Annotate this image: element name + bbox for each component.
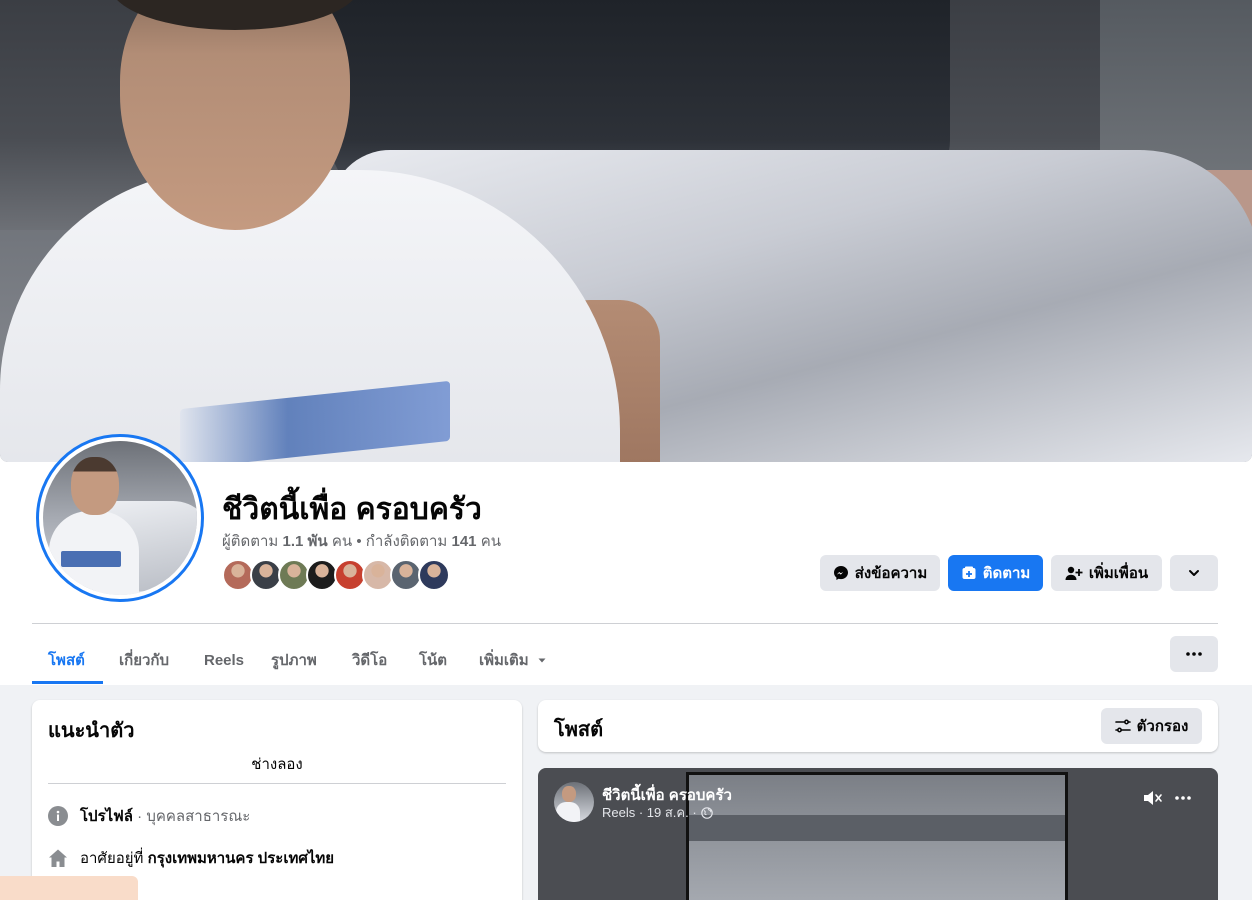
reel-post-card[interactable]: ชีวิตนี้เพื่อ ครอบครัว Reels · 19 ส.ค. ·	[538, 768, 1218, 900]
more-horizontal-icon	[1186, 652, 1202, 656]
intro-lives-value[interactable]: กรุงเทพมหานคร ประเทศไทย	[148, 850, 334, 867]
intro-divider	[48, 783, 506, 784]
posts-title: โพสต์	[554, 719, 604, 741]
tab-videos[interactable]: วิดีโอ	[352, 636, 387, 684]
intro-lives-row: อาศัยอยู่ที่ กรุงเทพมหานคร ประเทศไทย	[48, 846, 334, 870]
intro-title: แนะนำตัว	[48, 720, 135, 742]
filter-icon	[1114, 719, 1131, 733]
add-friend-icon	[1065, 566, 1083, 580]
home-icon	[49, 849, 67, 867]
reel-meta-text: Reels · 19 ส.ค. ·	[602, 805, 697, 820]
intro-lives-label: อาศัยอยู่ที่	[80, 850, 144, 867]
active-tab-indicator	[32, 681, 103, 684]
avatar-head	[71, 457, 119, 515]
mute-button[interactable]	[1142, 788, 1164, 813]
followers-label: ผู้ติดตาม	[222, 533, 279, 550]
follow-button[interactable]: ติดตาม	[948, 555, 1043, 591]
meta-separator: •	[356, 533, 362, 550]
friend-avatars	[222, 559, 450, 591]
tab-posts[interactable]: โพสต์	[48, 636, 85, 684]
friend-avatar[interactable]	[418, 559, 450, 591]
avatar-print	[61, 551, 121, 567]
globe-icon	[700, 806, 713, 819]
intro-profile-row: โปรไฟล์ · บุคคลสาธารณะ	[48, 804, 250, 828]
add-friend-button[interactable]: เพิ่มเพื่อน	[1051, 555, 1162, 591]
filter-label: ตัวกรอง	[1136, 718, 1189, 735]
message-button[interactable]: ส่งข้อความ	[820, 555, 940, 591]
posts-header-card: โพสต์ ตัวกรอง	[538, 700, 1218, 752]
following-label: กำลังติดตาม	[365, 533, 448, 550]
messenger-icon	[833, 566, 848, 580]
cover-photo[interactable]	[0, 0, 1252, 462]
reel-video[interactable]	[686, 772, 1068, 900]
add-friend-label: เพิ่มเพื่อน	[1088, 565, 1149, 582]
avatar-image	[43, 441, 197, 595]
followers-unit: คน	[331, 533, 353, 550]
speaker-muted-icon	[1144, 791, 1162, 805]
message-label: ส่งข้อความ	[854, 565, 928, 582]
profile-avatar[interactable]	[36, 434, 204, 602]
reel-meta: Reels · 19 ส.ค. ·	[602, 802, 713, 823]
info-icon	[48, 806, 68, 826]
intro-profile-label: โปรไฟล์	[80, 808, 133, 825]
tab-reels[interactable]: Reels	[204, 636, 244, 684]
reel-avatar-head	[562, 786, 576, 802]
more-actions-button[interactable]	[1170, 555, 1218, 591]
reel-more-button[interactable]	[1174, 788, 1192, 813]
header-divider	[32, 623, 1218, 624]
reel-avatar-body	[556, 802, 580, 822]
intro-card: แนะนำตัว ช่างลอง โปรไฟล์ · บุคคลสาธารณะ …	[32, 700, 522, 900]
follow-label: ติดตาม	[982, 565, 1031, 582]
reel-video-bar	[689, 815, 1065, 841]
following-count[interactable]: 141	[451, 533, 476, 550]
profile-name: ชีวิตนี้เพื่อ ครอบครัว	[222, 493, 482, 526]
caret-down-icon	[538, 658, 546, 663]
tab-about[interactable]: เกี่ยวกับ	[119, 636, 169, 684]
tab-more[interactable]: เพิ่มเติม	[479, 636, 548, 684]
intro-profile-type: · บุคคลสาธารณะ	[137, 808, 251, 825]
bottom-left-popup[interactable]	[0, 876, 138, 900]
more-horizontal-icon	[1175, 796, 1191, 800]
follow-icon	[962, 566, 976, 579]
profile-more-button[interactable]	[1170, 636, 1218, 672]
followers-count[interactable]: 1.1 พัน	[283, 533, 328, 550]
chevron-down-icon	[1189, 570, 1199, 576]
reel-author-avatar[interactable]	[554, 782, 594, 822]
filter-button[interactable]: ตัวกรอง	[1101, 708, 1202, 744]
intro-bio: ช่างลอง	[251, 756, 303, 773]
tab-notes[interactable]: โน้ต	[419, 636, 447, 684]
following-unit: คน	[480, 533, 501, 550]
tab-photos[interactable]: รูปภาพ	[271, 636, 317, 684]
profile-follow-stats: ผู้ติดตาม 1.1 พัน คน • กำลังติดตาม 141 ค…	[222, 529, 501, 553]
tab-more-label: เพิ่มเติม	[479, 652, 529, 669]
